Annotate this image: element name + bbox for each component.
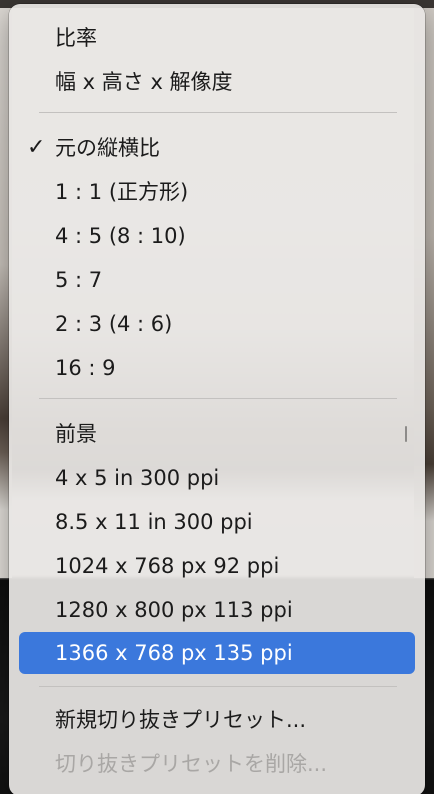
menu-item-label: 5 : 7 <box>55 268 103 292</box>
menu-separator <box>39 398 397 399</box>
menu-item-delete-crop-preset: 切り抜きプリセットを削除... <box>19 744 415 784</box>
menu-item-label: 幅 x 高さ x 解像度 <box>55 70 233 94</box>
menu-item-ratio-2-3[interactable]: 2 : 3 (4 : 6) <box>19 304 415 344</box>
scroll-indicator <box>405 426 407 442</box>
menu-item-label: 8.5 x 11 in 300 ppi <box>55 510 253 534</box>
menu-item-foreground[interactable]: 前景 <box>19 414 415 454</box>
menu-item-label: 比率 <box>55 26 97 50</box>
menu-separator <box>39 686 397 687</box>
menu-item-1366x768-135ppi[interactable]: 1366 x 768 px 135 ppi <box>19 632 415 674</box>
menu-item-label: 2 : 3 (4 : 6) <box>55 312 173 336</box>
menu-item-new-crop-preset[interactable]: 新規切り抜きプリセット... <box>19 700 415 740</box>
menu-item-1280x800-113ppi[interactable]: 1280 x 800 px 113 ppi <box>19 590 415 630</box>
menu-item-width-height-resolution[interactable]: 幅 x 高さ x 解像度 <box>19 62 415 102</box>
menu-separator <box>39 112 397 113</box>
menu-item-4x5-300ppi[interactable]: 4 x 5 in 300 ppi <box>19 458 415 498</box>
menu-item-label: 1 : 1 (正方形) <box>55 180 189 204</box>
menu-item-label: 4 x 5 in 300 ppi <box>55 466 220 490</box>
checkmark-icon: ✓ <box>27 135 46 160</box>
menu-item-ratio[interactable]: 比率 <box>19 18 415 58</box>
menu-item-ratio-1-1[interactable]: 1 : 1 (正方形) <box>19 172 415 212</box>
menu-item-label: 元の縦横比 <box>55 136 160 160</box>
menu-item-label: 1366 x 768 px 135 ppi <box>55 641 293 665</box>
menu-item-label: 16 : 9 <box>55 356 116 380</box>
menu-item-label: 切り抜きプリセットを削除... <box>55 752 328 776</box>
menu-item-label: 新規切り抜きプリセット... <box>55 708 307 732</box>
menu-item-ratio-5-7[interactable]: 5 : 7 <box>19 260 415 300</box>
crop-ratio-menu: 比率 幅 x 高さ x 解像度 ✓ 元の縦横比 1 : 1 (正方形) 4 : … <box>9 4 425 794</box>
menu-item-label: 4 : 5 (8 : 10) <box>55 224 186 248</box>
menu-item-ratio-16-9[interactable]: 16 : 9 <box>19 348 415 388</box>
menu-item-original-ratio[interactable]: ✓ 元の縦横比 <box>19 128 415 168</box>
menu-item-ratio-4-5[interactable]: 4 : 5 (8 : 10) <box>19 216 415 256</box>
menu-item-1024x768-92ppi[interactable]: 1024 x 768 px 92 ppi <box>19 546 415 586</box>
menu-item-label: 前景 <box>55 422 97 446</box>
menu-item-label: 1280 x 800 px 113 ppi <box>55 598 293 622</box>
menu-item-label: 1024 x 768 px 92 ppi <box>55 554 280 578</box>
menu-item-8-5x11-300ppi[interactable]: 8.5 x 11 in 300 ppi <box>19 502 415 542</box>
